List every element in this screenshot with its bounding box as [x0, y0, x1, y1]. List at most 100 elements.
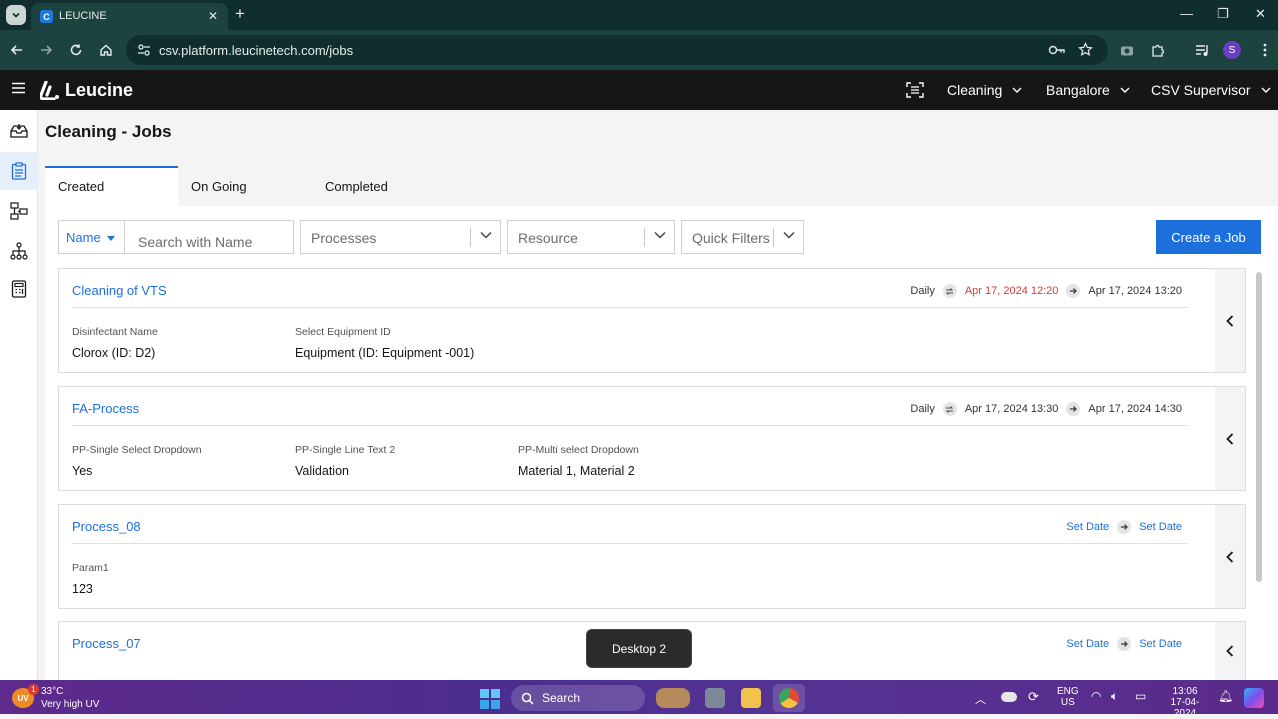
property-label: Select Equipment ID	[295, 326, 391, 338]
divider	[72, 543, 1188, 544]
property-label: PP-Single Line Text 2	[295, 444, 396, 456]
clock-date: 17-04-2024	[1170, 697, 1200, 719]
expand-job-toggle[interactable]	[1215, 269, 1245, 372]
calculator-icon	[11, 280, 27, 298]
browser-menu-icon[interactable]	[1256, 41, 1274, 59]
nav-processes[interactable]	[0, 192, 38, 230]
create-job-button[interactable]: Create a Job	[1156, 220, 1261, 254]
nav-jobs[interactable]	[0, 152, 38, 190]
tab-created[interactable]: Created	[45, 166, 178, 206]
windows-taskbar: UV 1 33°C Very high UV Search ︿ ⟳ ENG US…	[0, 680, 1278, 719]
expand-job-toggle[interactable]	[1215, 505, 1245, 608]
task-view-icon[interactable]	[705, 688, 725, 708]
user-role-dropdown[interactable]: CSV Supervisor	[1151, 82, 1271, 98]
caret-down-icon	[106, 236, 115, 242]
nav-reports[interactable]	[0, 270, 38, 308]
app-logo-text: Leucine	[65, 80, 134, 100]
job-property: PP-Multi select Dropdown Material 1, Mat…	[518, 444, 639, 478]
browser-tab[interactable]: C LEUCINE ✕	[31, 3, 228, 30]
region-label: US	[1060, 697, 1075, 708]
widgets-app-icon[interactable]	[656, 688, 690, 708]
resource-select[interactable]: Resource	[507, 220, 675, 254]
select-separator	[773, 228, 774, 247]
facility-dropdown[interactable]: Bangalore	[1046, 82, 1130, 98]
weather-description[interactable]: Very high UV	[41, 699, 99, 710]
copilot-icon[interactable]	[1244, 688, 1264, 708]
minimize-icon[interactable]: —	[1180, 6, 1193, 21]
home-icon[interactable]	[97, 41, 115, 59]
volume-icon[interactable]: 🔈︎	[1111, 689, 1118, 704]
clock[interactable]: 13:06 17-04-2024	[1160, 686, 1210, 719]
search-field-select[interactable]: Name	[58, 220, 124, 254]
process-flow-icon	[10, 202, 28, 220]
job-name-link[interactable]: Process_08	[72, 519, 141, 534]
expand-job-toggle[interactable]	[1215, 387, 1245, 490]
property-label: Param1	[72, 562, 109, 574]
set-start-date-link[interactable]: Set Date	[1066, 638, 1109, 650]
new-tab-button[interactable]: +	[235, 5, 245, 22]
tab-completed[interactable]: Completed	[312, 166, 445, 206]
battery-icon[interactable]: ▭	[1135, 689, 1146, 703]
job-card: Cleaning of VTS Daily Apr 17, 2024 12:20…	[58, 268, 1246, 373]
set-end-date-link[interactable]: Set Date	[1139, 521, 1182, 533]
site-settings-icon[interactable]	[137, 43, 151, 57]
tab-label: Created	[58, 179, 105, 194]
jobs-panel: Name Processes Resource Quick Filters Cr…	[45, 206, 1278, 680]
job-list-scrollbar[interactable]	[1256, 272, 1262, 582]
set-start-date-link[interactable]: Set Date	[1066, 521, 1109, 533]
maximize-icon[interactable]: ❐	[1217, 6, 1229, 22]
job-end-date: Apr 17, 2024 14:30	[1088, 403, 1182, 415]
search-field-value: Name	[66, 230, 101, 245]
set-end-date-link[interactable]: Set Date	[1139, 638, 1182, 650]
arrow-right-icon	[1066, 284, 1081, 298]
forward-arrow-icon[interactable]	[37, 41, 55, 59]
address-bar[interactable]: csv.platform.leucinetech.com/jobs	[126, 35, 1108, 65]
back-arrow-icon[interactable]	[8, 41, 26, 59]
chevron-left-icon	[1226, 314, 1234, 327]
chrome-browser-icon[interactable]	[779, 688, 799, 708]
window-close-icon[interactable]: ✕	[1255, 6, 1266, 22]
profile-avatar[interactable]: S	[1223, 41, 1241, 59]
file-explorer-icon[interactable]	[741, 688, 761, 708]
taskbar-search[interactable]: Search	[511, 685, 645, 711]
windows-start-icon[interactable]	[480, 689, 500, 709]
search-icon	[521, 692, 534, 705]
property-value: Clorox (ID: D2)	[72, 346, 156, 360]
sync-icon[interactable]: ⟳	[1028, 689, 1039, 705]
tab-on-going[interactable]: On Going	[178, 166, 311, 206]
tab-search-button[interactable]	[6, 5, 26, 25]
search-input[interactable]	[124, 220, 294, 254]
page-title: Cleaning - Jobs	[45, 122, 172, 141]
property-label: PP-Single Select Dropdown	[72, 444, 202, 456]
job-property: Param1 123	[72, 562, 109, 596]
reload-icon[interactable]	[67, 41, 85, 59]
arrow-right-icon	[1117, 637, 1132, 651]
screenshot-extension-icon[interactable]	[1118, 41, 1136, 59]
scan-qr-icon[interactable]	[906, 82, 924, 98]
job-name-link[interactable]: FA-Process	[72, 401, 139, 416]
processes-select[interactable]: Processes	[300, 220, 501, 254]
tab-close-icon[interactable]: ✕	[208, 9, 218, 23]
quick-filters-select[interactable]: Quick Filters	[681, 220, 804, 254]
key-icon[interactable]	[1048, 44, 1066, 56]
expand-job-toggle[interactable]	[1215, 622, 1245, 680]
job-start-date: Apr 17, 2024 12:20	[964, 285, 1059, 297]
show-hidden-icons-chevron-up-icon[interactable]: ︿	[975, 691, 986, 707]
job-card: Process_08 Set Date Set Date Param1 123	[58, 504, 1246, 609]
job-name-link[interactable]: Process_07	[72, 636, 141, 651]
bookmark-star-icon[interactable]	[1078, 42, 1093, 57]
nav-inbox[interactable]	[0, 112, 38, 150]
onedrive-cloud-icon[interactable]	[1001, 692, 1017, 702]
job-name-link[interactable]: Cleaning of VTS	[72, 283, 167, 298]
tab-title: LEUCINE	[59, 10, 107, 22]
media-playlist-icon[interactable]	[1193, 41, 1211, 59]
hamburger-menu-icon[interactable]	[11, 82, 26, 94]
wifi-icon[interactable]: ◠	[1091, 689, 1101, 703]
language-indicator[interactable]: ENG US	[1057, 686, 1079, 708]
extensions-puzzle-icon[interactable]	[1149, 41, 1167, 59]
arrow-right-icon	[1066, 402, 1081, 416]
notifications-bell-icon[interactable]: 🔔︎	[1218, 689, 1233, 703]
use-case-dropdown[interactable]: Cleaning	[947, 82, 1022, 98]
nav-ontology[interactable]	[0, 232, 38, 270]
weather-temperature[interactable]: 33°C	[41, 686, 63, 697]
